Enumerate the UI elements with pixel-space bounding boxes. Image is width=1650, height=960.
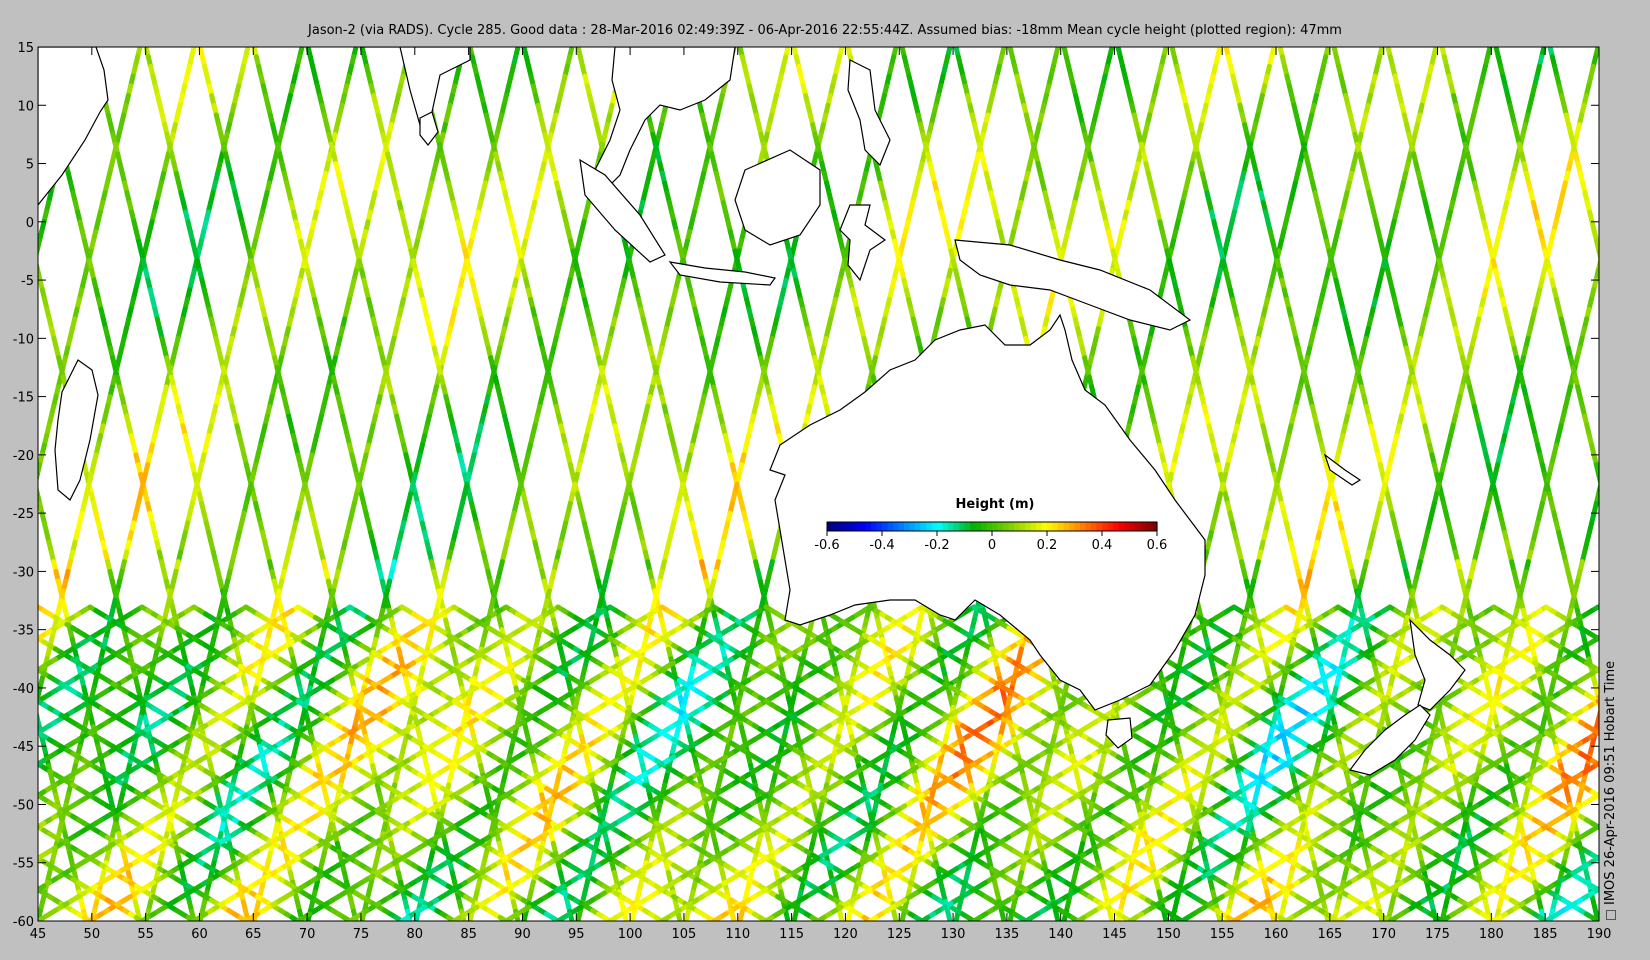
track-segment: [9, 358, 11, 368]
track-segment: [7, 367, 9, 377]
track-segment: [18, 639, 20, 649]
track-segment: [2, 387, 4, 397]
track-segment: [11, 125, 13, 135]
track-segment: [23, 76, 25, 86]
track-segment: [20, 86, 22, 96]
track-segment: [23, 299, 25, 309]
track-segment: [13, 115, 15, 125]
track-segment: [0, 397, 2, 407]
track-segment: [32, 261, 34, 271]
track-segment: [0, 785, 2, 795]
track-segment: [4, 581, 6, 591]
track-segment: [9, 134, 11, 144]
track-segment: [9, 601, 11, 611]
track-segment: [4, 154, 6, 164]
track-segment: [2, 164, 4, 174]
track-segment: [38, 248, 40, 258]
track-segment: [25, 66, 27, 76]
track-segment: [23, 659, 25, 669]
track-segment: [0, 562, 2, 572]
track-segment: [9, 824, 11, 834]
track-segment: [27, 902, 29, 912]
track-segment: [0, 173, 2, 183]
track-segment: [38, 710, 40, 720]
track-segment: [4, 377, 6, 387]
track-segment: [18, 319, 20, 329]
track-segment: [32, 698, 34, 708]
track-segment: [25, 290, 27, 300]
track-segment: [4, 804, 6, 814]
track-segment: [6, 814, 8, 824]
track-segment: [25, 892, 27, 902]
track-segment: [21, 649, 23, 659]
track-segment: [13, 843, 15, 853]
track-segment: [20, 872, 22, 882]
track-segment: [2, 795, 4, 805]
track-segment: [21, 309, 23, 319]
track-segment: [27, 57, 29, 67]
track-segment: [23, 882, 25, 892]
track-segment: [7, 591, 9, 601]
track-segment: [11, 348, 13, 358]
track-segment: [11, 610, 13, 620]
track-segment: [6, 144, 8, 154]
track-segment: [2, 571, 4, 581]
track-segment: [11, 834, 13, 844]
altimetry-map: 45 50 55 60 65 70 75 80 85 90 95 100 105 110 115 120 125…: [0, 41, 1612, 942]
track-segment: [25, 669, 27, 679]
